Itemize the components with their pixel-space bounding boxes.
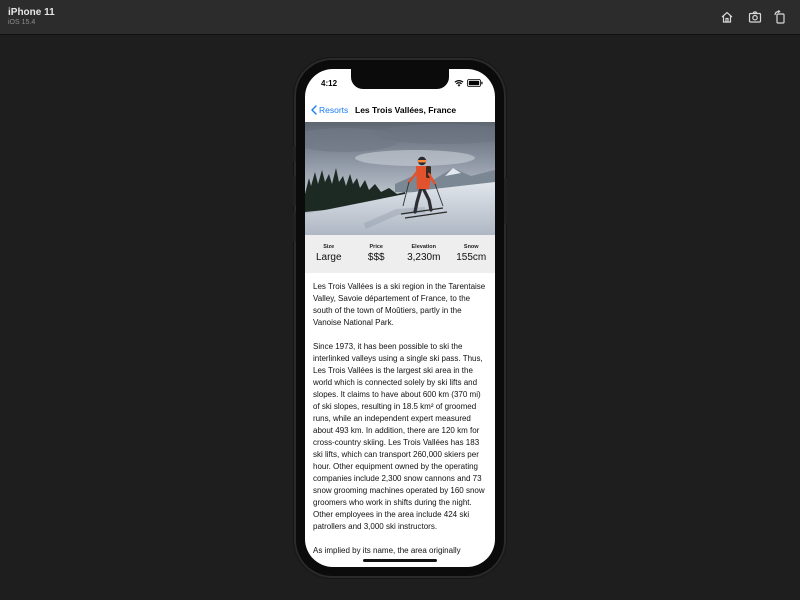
rotate-icon[interactable] xyxy=(772,9,788,25)
stat-value: 155cm xyxy=(456,252,487,263)
notch xyxy=(351,69,449,89)
resort-stats: Size Large Price $$$ Elevation 3,230m Sn… xyxy=(305,235,495,273)
status-icons xyxy=(454,79,483,87)
home-icon[interactable] xyxy=(719,9,735,25)
stat-label: Snow xyxy=(463,244,479,250)
battery-icon xyxy=(467,79,483,87)
page-title: Les Trois Vallées, France xyxy=(355,105,457,115)
back-button[interactable]: Resorts xyxy=(311,105,348,115)
volume-down-button xyxy=(293,212,296,242)
navigation-bar: Resorts Les Trois Vallées, France xyxy=(305,99,495,121)
wifi-icon xyxy=(454,80,464,87)
stat-value: 3,230m xyxy=(407,252,441,263)
resort-description[interactable]: Les Trois Vallées is a ski region in the… xyxy=(313,281,489,561)
resort-photo xyxy=(305,122,495,235)
mute-switch xyxy=(293,146,296,162)
device-screen: 4:12 Resorts Les Trois Vallées, France S… xyxy=(305,69,495,567)
home-indicator[interactable] xyxy=(363,559,437,562)
stat-label: Elevation xyxy=(411,244,436,250)
simulator-toolbar: iPhone 11 iOS 15.4 xyxy=(0,0,800,35)
stat-value: $$$ xyxy=(367,252,385,263)
stat-snow: Snow 155cm xyxy=(448,235,496,273)
chevron-left-icon xyxy=(311,105,317,115)
stat-elevation: Elevation 3,230m xyxy=(400,235,448,273)
os-version: iOS 15.4 xyxy=(8,19,36,26)
status-time: 4:12 xyxy=(321,79,338,88)
screenshot-icon[interactable] xyxy=(747,9,763,25)
device-name: iPhone 11 xyxy=(8,7,55,18)
stat-price: Price $$$ xyxy=(353,235,401,273)
iphone-device-frame: 4:12 Resorts Les Trois Vallées, France S… xyxy=(293,60,507,576)
description-paragraph: As implied by its name, the area origina… xyxy=(313,546,461,555)
description-paragraph: Les Trois Vallées is a ski region in the… xyxy=(313,282,486,327)
power-button xyxy=(504,178,507,224)
stat-value: Large xyxy=(315,252,342,263)
stat-size: Size Large xyxy=(305,235,353,273)
stat-label: Price xyxy=(369,244,383,250)
back-button-label: Resorts xyxy=(319,105,349,115)
volume-up-button xyxy=(293,176,296,206)
stat-label: Size xyxy=(323,244,335,250)
description-paragraph: Since 1973, it has been possible to ski … xyxy=(313,342,485,531)
